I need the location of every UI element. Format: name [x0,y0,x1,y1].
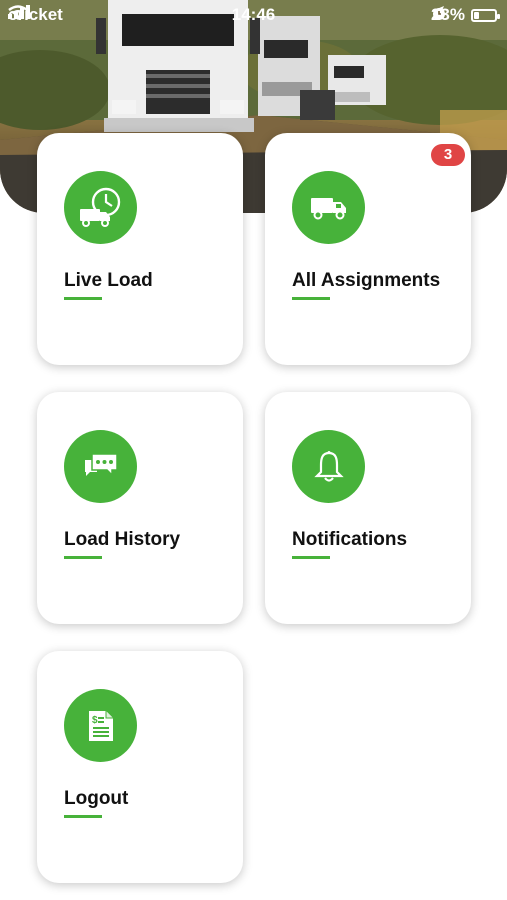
all-assignments-label: All Assignments [292,270,441,291]
chat-bubbles-icon [84,452,118,477]
battery-icon [471,8,500,22]
load-history-label: Load History [64,529,181,550]
invoice-document-icon: $ [88,710,113,741]
all-assignments-icon-circle [292,171,365,244]
label-underline [292,556,330,559]
label-underline [292,297,330,300]
load-history-icon-circle [64,430,137,503]
label-underline [64,297,102,300]
live-load-card[interactable]: Live Load [37,133,243,365]
bell-icon [313,450,344,482]
live-load-label: Live Load [64,270,153,291]
notifications-icon-circle [292,430,365,503]
label-underline [64,815,102,818]
alarm-icon [432,8,445,20]
load-history-card[interactable]: Load History [37,392,243,624]
truck-icon [310,197,346,219]
battery-level [474,11,479,19]
logout-icon-circle: $ [64,689,137,762]
notifications-card[interactable]: Notifications [265,392,471,624]
live-load-icon-circle [64,171,137,244]
status-bar: cricket 14:46 23% [0,0,507,30]
label-underline [64,556,102,559]
logout-card[interactable]: $ Logout [37,651,243,883]
svg-text:$: $ [92,715,98,726]
logout-label: Logout [64,788,129,809]
all-assignments-card[interactable]: 3 All Assignments [265,133,471,365]
assignments-count-badge: 3 [431,144,465,166]
notifications-label: Notifications [292,529,408,550]
truck-clock-icon [79,187,120,227]
